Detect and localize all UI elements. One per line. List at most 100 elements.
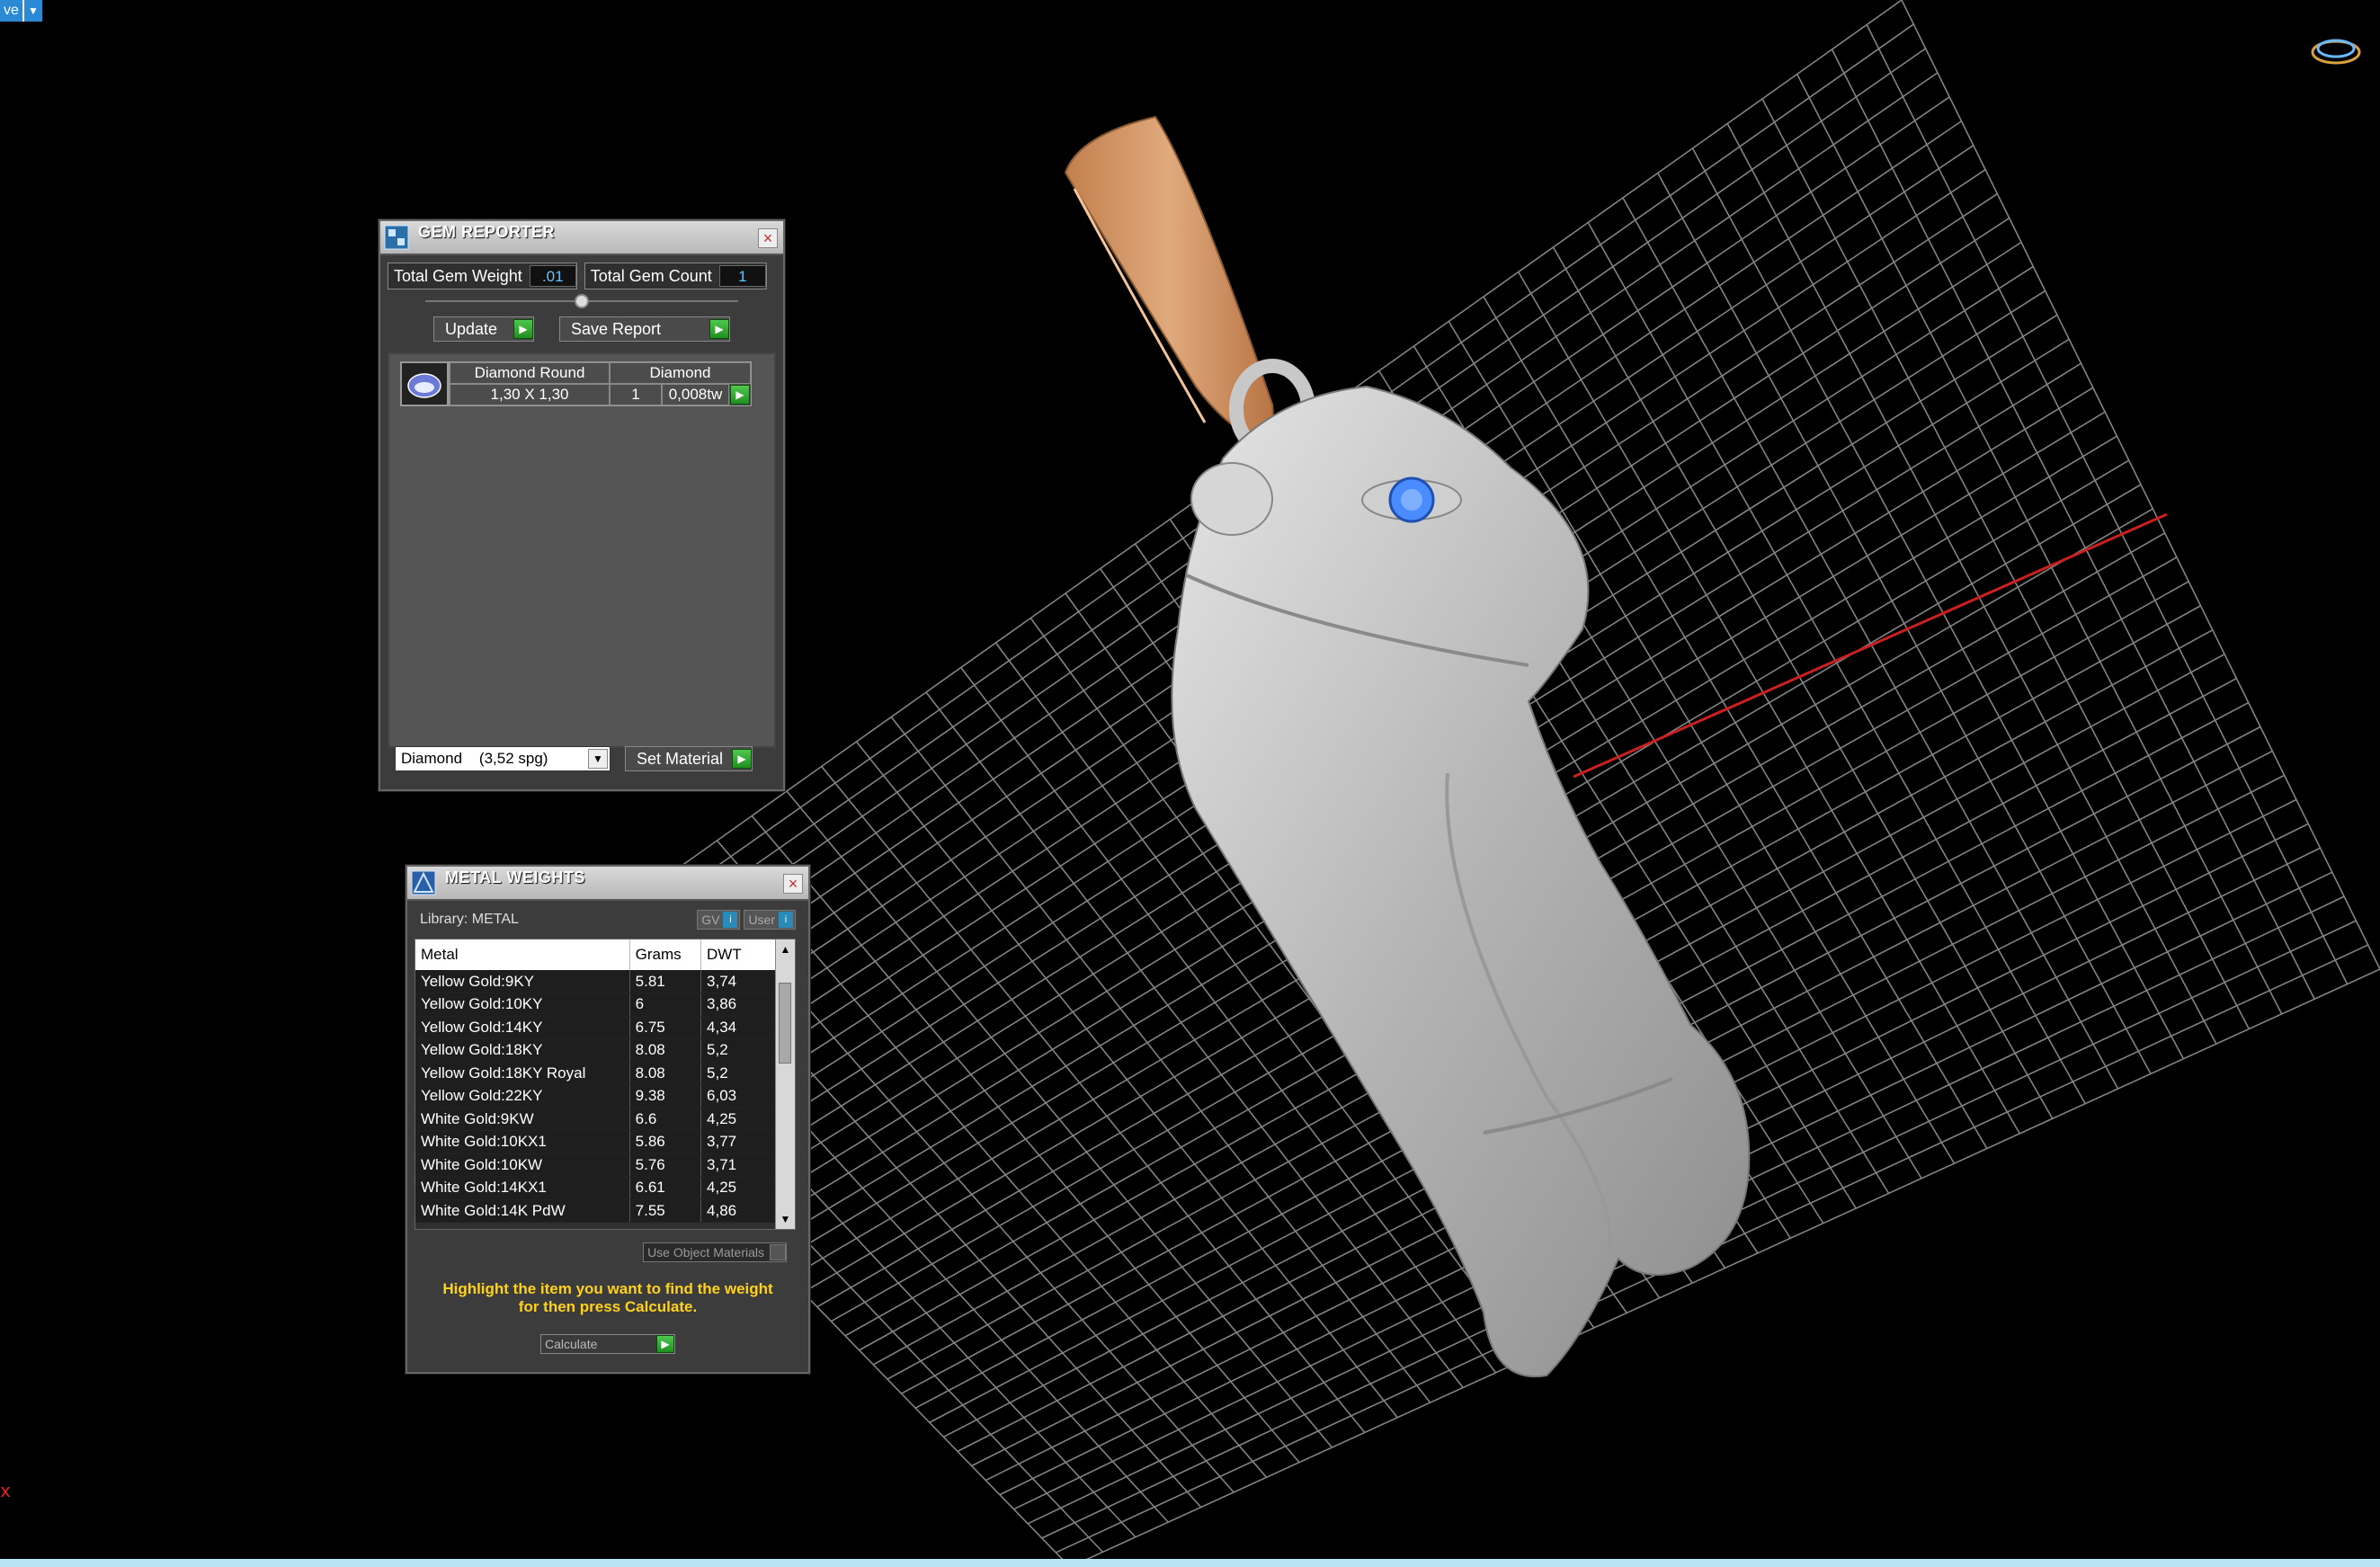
view-mode-combo[interactable]: ve ▼ <box>0 0 42 22</box>
table-row[interactable]: Yellow Gold:18KY 8.08 5,2 <box>415 1038 782 1063</box>
table-row[interactable]: Yellow Gold:22KY 9.38 6,03 <box>415 1084 782 1108</box>
gv-label: GV <box>701 913 720 927</box>
table-row[interactable]: White Gold:10KW 5.76 3,71 <box>415 1153 782 1177</box>
metal-name-cell: White Gold:10KW <box>415 1153 630 1177</box>
dwt-cell: 5,2 <box>700 1062 782 1085</box>
table-row[interactable]: Yellow Gold:10KY 6 3,86 <box>415 993 782 1017</box>
total-gem-weight-label: Total Gem Weight <box>394 266 522 285</box>
viewport-canvas[interactable] <box>0 0 2380 1567</box>
play-icon[interactable]: ▶ <box>730 385 750 405</box>
gem-reporter-titlebar[interactable]: GEM REPORTER × <box>380 221 783 255</box>
grams-cell: 7.55 <box>629 1199 702 1223</box>
info-icon[interactable]: i <box>779 912 793 928</box>
table-row[interactable]: White Gold:10KX1 5.86 3,77 <box>415 1130 782 1154</box>
play-icon[interactable]: ▶ <box>513 319 533 339</box>
close-icon[interactable]: × <box>758 228 778 248</box>
grid-line <box>1796 74 2283 1015</box>
metal-name-cell: Yellow Gold:18KY <box>415 1038 630 1063</box>
grams-cell: 9.38 <box>629 1084 702 1108</box>
gem-select-button[interactable]: ▶ <box>729 384 751 405</box>
scroll-down-icon[interactable]: ▼ <box>776 1209 795 1229</box>
library-label: Library: METAL <box>420 912 519 927</box>
set-material-label: Set Material <box>637 749 724 768</box>
gem-shape: Diamond Round <box>450 362 610 384</box>
gem-reporter-icon <box>380 221 413 254</box>
use-object-materials-toggle[interactable]: Use Object Materials <box>643 1242 787 1262</box>
metal-table[interactable]: Metal Grams DWT Yellow Gold:9KY 5.81 3,74 Y… <box>414 939 796 1230</box>
grid-line <box>1069 968 2380 1567</box>
gem-list[interactable]: Diamond Round Diamond 1,30 X 1,30 1 0,00… <box>388 352 776 748</box>
table-row[interactable]: Yellow Gold:14KY 6.75 4,34 <box>415 1016 782 1039</box>
column-header-metal[interactable]: Metal <box>415 939 630 970</box>
view-mode-text[interactable]: ve <box>0 0 22 22</box>
play-icon[interactable]: ▶ <box>732 749 752 769</box>
metal-table-scrollbar[interactable]: ▲ ▼ <box>775 939 795 1229</box>
metal-weights-titlebar[interactable]: METAL WEIGHTS × <box>407 867 808 901</box>
set-material-button[interactable]: Set Material ▶ <box>625 746 753 771</box>
3d-viewport[interactable]: ve ▼ x <box>0 0 2380 1567</box>
total-gem-count-value: 1 <box>718 265 766 287</box>
use-object-materials-label: Use Object Materials <box>647 1245 764 1260</box>
chevron-down-icon[interactable]: ▼ <box>588 749 608 769</box>
play-icon[interactable]: ▶ <box>656 1335 674 1353</box>
table-row[interactable]: White Gold:14K PdW 7.55 4,86 <box>415 1199 782 1223</box>
metal-name-cell: Yellow Gold:18KY Royal <box>415 1062 630 1085</box>
chevron-down-icon[interactable]: ▼ <box>22 0 42 22</box>
grams-cell: 5.76 <box>629 1153 702 1177</box>
grams-cell: 6.6 <box>629 1108 702 1131</box>
ring-orientation-icon[interactable] <box>2309 32 2363 68</box>
material-select-value: Diamond (3,52 spg) <box>401 750 548 767</box>
save-report-button[interactable]: Save Report ▶ <box>559 316 730 342</box>
gem-material: Diamond <box>610 362 751 384</box>
gem-size-slider[interactable] <box>425 294 738 308</box>
metal-name-cell: White Gold:14KX1 <box>415 1176 630 1200</box>
material-select[interactable]: Diamond (3,52 spg) ▼ <box>395 746 611 771</box>
grams-cell: 8.08 <box>629 1038 702 1063</box>
scroll-up-icon[interactable]: ▲ <box>776 939 795 959</box>
metal-weights-title: METAL WEIGHTS <box>445 868 585 886</box>
round-diamond-icon <box>400 361 449 406</box>
dwt-cell: 4,34 <box>700 1016 782 1039</box>
dwt-cell: 4,25 <box>700 1108 782 1131</box>
metal-weights-icon <box>407 867 440 899</box>
dwt-cell: 3,86 <box>700 993 782 1017</box>
metal-name-cell: Yellow Gold:14KY <box>415 1016 630 1039</box>
dwt-cell: 4,25 <box>700 1176 782 1200</box>
column-header-grams[interactable]: Grams <box>629 939 702 970</box>
gem-list-item[interactable]: Diamond Round Diamond 1,30 X 1,30 1 0,00… <box>400 361 752 406</box>
save-report-label: Save Report <box>571 319 662 338</box>
dwt-cell: 3,77 <box>700 1130 782 1154</box>
checkbox-icon[interactable] <box>770 1244 786 1260</box>
metal-name-cell: White Gold:9KW <box>415 1108 630 1131</box>
metal-name-cell: White Gold:14K PdW <box>415 1199 630 1223</box>
column-header-dwt[interactable]: DWT <box>700 939 782 970</box>
pendant-ear[interactable] <box>1190 462 1273 536</box>
gem-size: 1,30 X 1,30 <box>450 384 610 405</box>
metal-name-cell: White Gold:10KX1 <box>415 1130 630 1154</box>
table-row[interactable]: White Gold:9KW 6.6 4,25 <box>415 1108 782 1131</box>
total-gem-weight: Total Gem Weight .01 <box>388 263 577 289</box>
grams-cell: 5.86 <box>629 1130 702 1154</box>
dwt-cell: 3,71 <box>700 1153 782 1177</box>
update-button[interactable]: Update ▶ <box>433 316 534 342</box>
update-button-label: Update <box>445 319 498 338</box>
grams-cell: 8.08 <box>629 1062 702 1085</box>
close-icon[interactable]: × <box>783 874 803 894</box>
calculate-button[interactable]: Calculate ▶ <box>540 1334 675 1354</box>
table-row[interactable]: Yellow Gold:18KY Royal 8.08 5,2 <box>415 1062 782 1085</box>
slider-knob[interactable] <box>575 294 589 308</box>
gv-toggle[interactable]: GV i <box>697 910 741 930</box>
status-strip <box>0 1559 2380 1567</box>
play-icon[interactable]: ▶ <box>709 319 729 339</box>
info-icon[interactable]: i <box>723 912 738 928</box>
metal-weights-panel[interactable]: METAL WEIGHTS × Library: METAL GV i User… <box>406 865 810 1374</box>
scrollbar-thumb[interactable] <box>779 983 791 1064</box>
table-row[interactable]: Yellow Gold:9KY 5.81 3,74 <box>415 970 782 993</box>
hint-line-1: Highlight the item you want to find the … <box>442 1280 773 1297</box>
dwt-cell: 3,74 <box>700 970 782 993</box>
grams-cell: 6 <box>629 993 702 1017</box>
table-row[interactable]: White Gold:14KX1 6.61 4,25 <box>415 1176 782 1200</box>
gem-reporter-panel[interactable]: GEM REPORTER × Total Gem Weight .01 Tota… <box>379 219 785 791</box>
user-toggle[interactable]: User i <box>744 910 796 930</box>
dwt-cell: 6,03 <box>700 1084 782 1108</box>
